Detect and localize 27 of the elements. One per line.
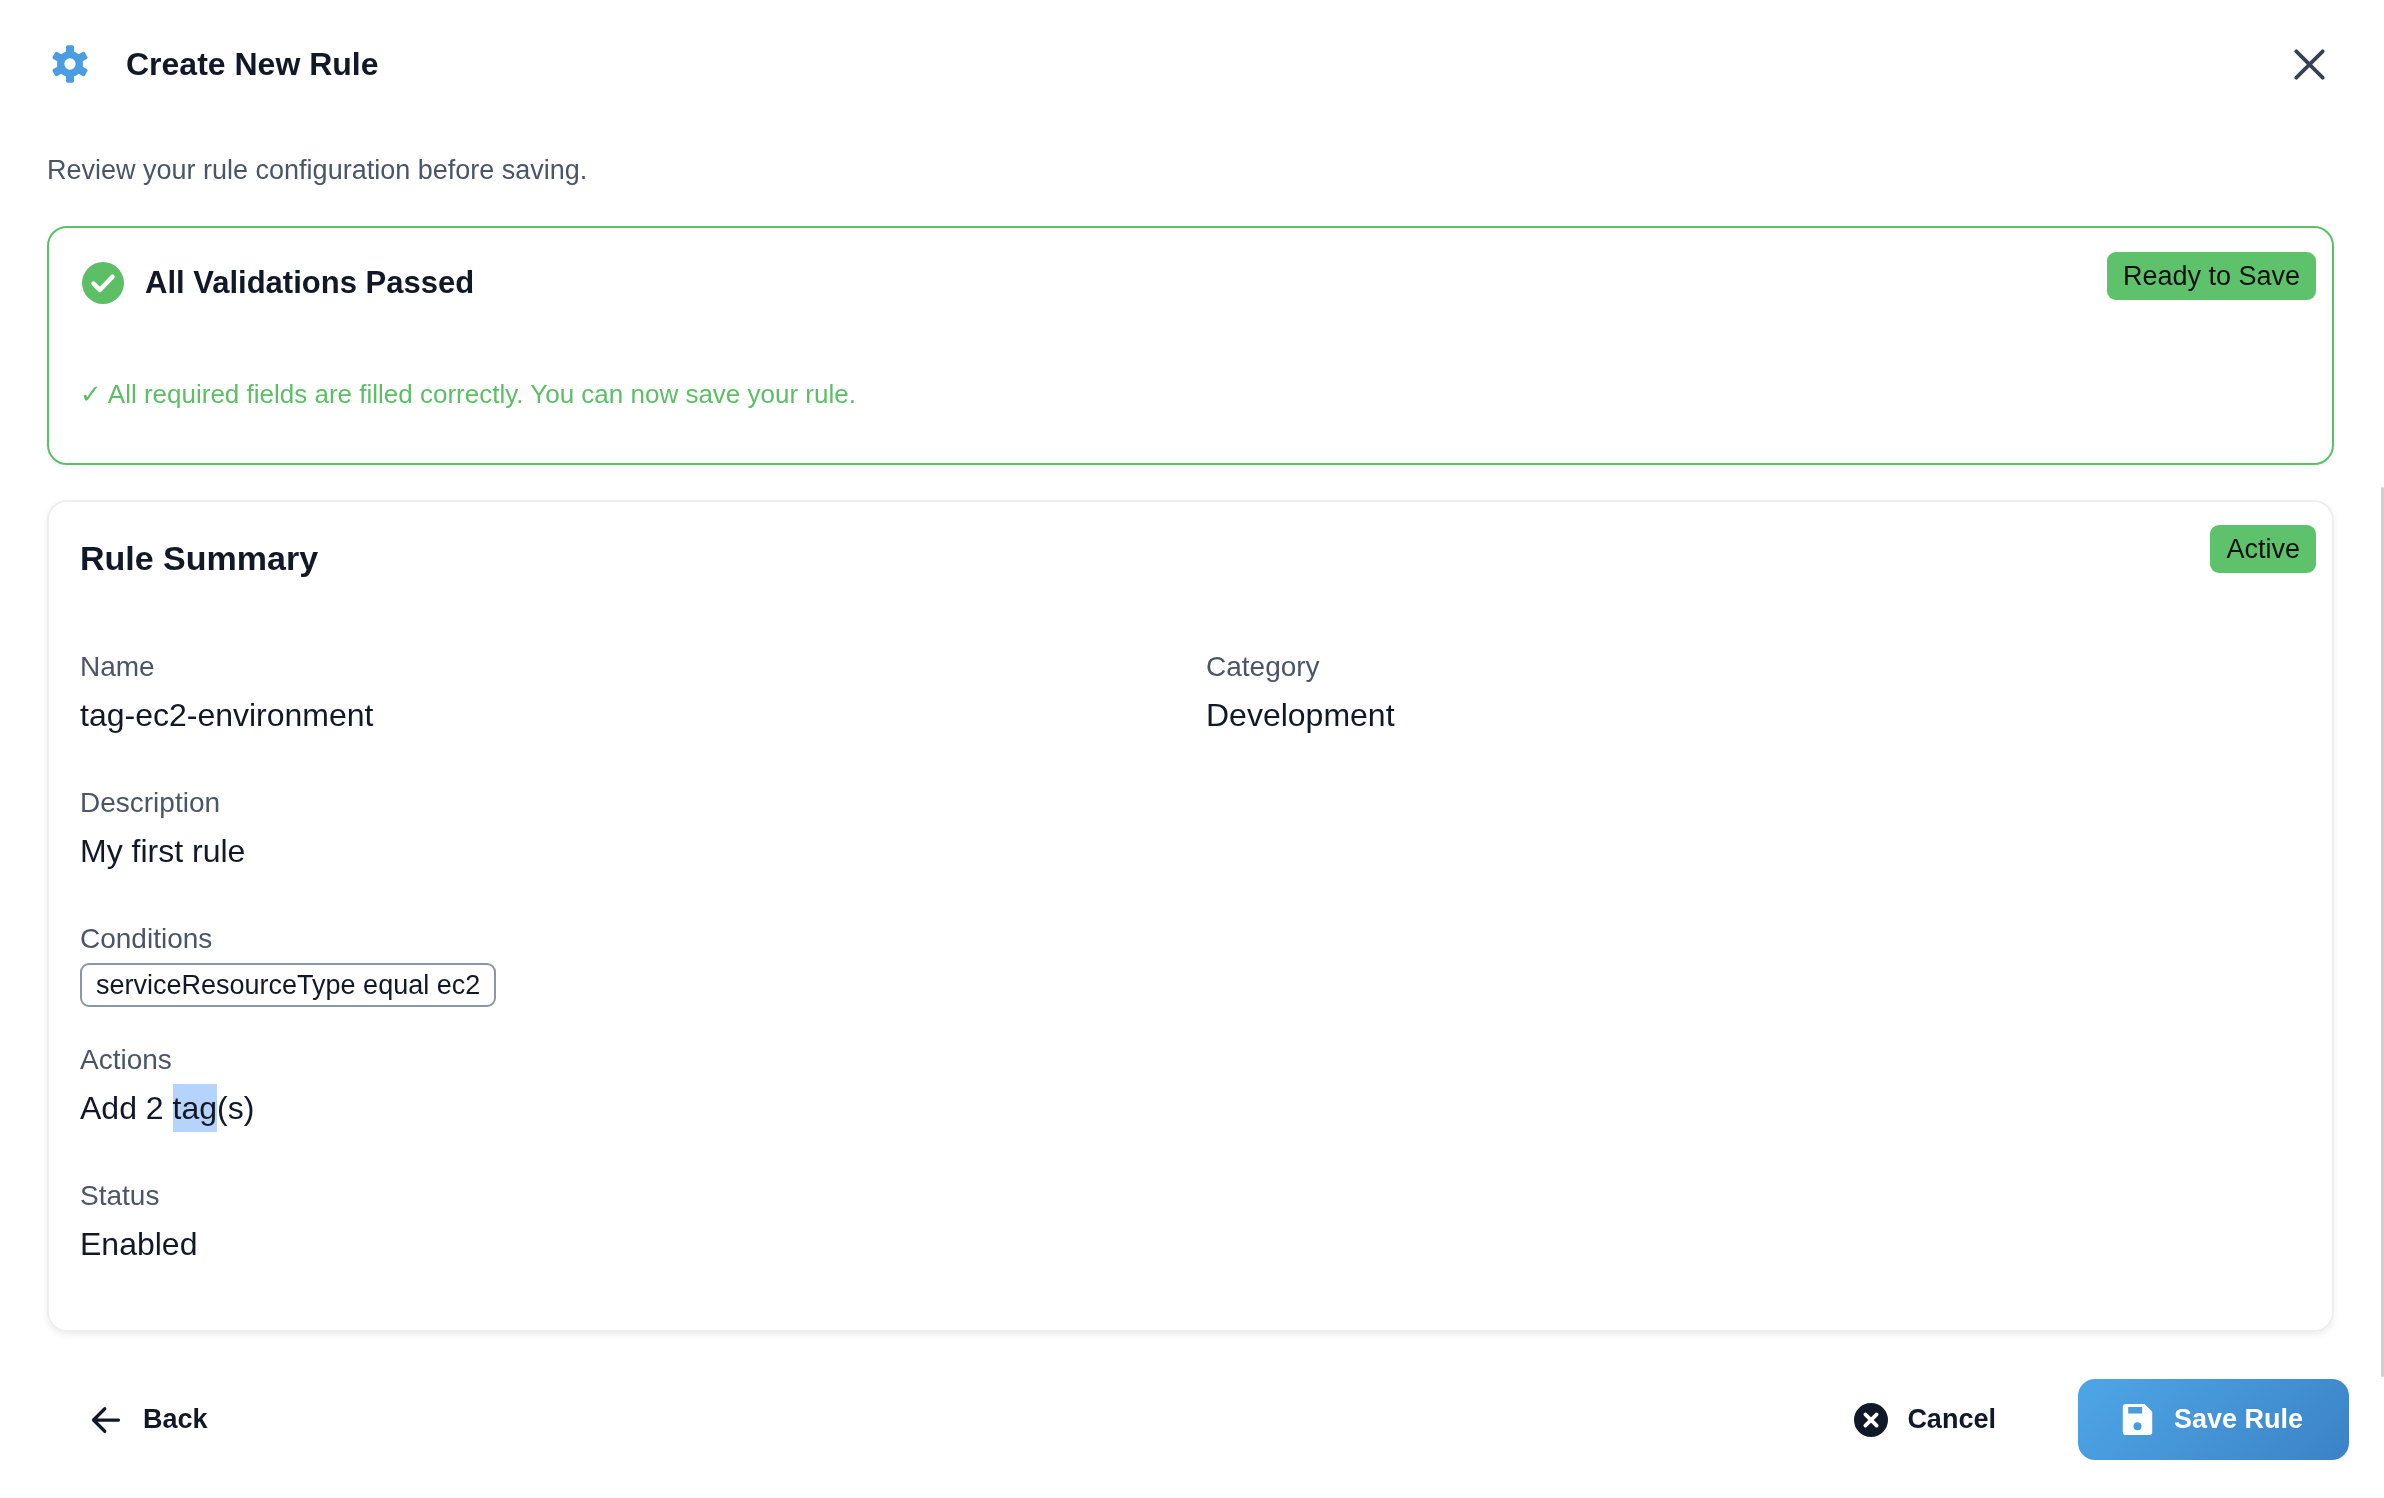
close-icon [2294, 48, 2325, 80]
field-label: Name [80, 650, 155, 684]
scrollbar-thumb[interactable] [2381, 487, 2384, 1377]
condition-chip: serviceResourceType equal ec2 [80, 963, 497, 1007]
back-button[interactable]: Back [67, 1379, 232, 1460]
field-value: Enabled [80, 1225, 198, 1264]
field-label: Status [80, 1179, 160, 1213]
field-value: tag-ec2-environment [80, 696, 374, 735]
dialog-title: Create New Rule [126, 45, 379, 84]
gear-icon [50, 44, 90, 84]
dialog-subtitle: Review your rule configuration before saving. [47, 154, 588, 187]
arrow-left-icon [91, 1405, 121, 1434]
cancel-button[interactable]: Cancel [1830, 1379, 2020, 1460]
x-circle-icon [1854, 1402, 1889, 1437]
validation-title: All Validations Passed [145, 264, 475, 302]
field-label: Description [80, 786, 221, 820]
status-badge: Ready to Save [2106, 252, 2316, 300]
field-label: Category [1206, 650, 1320, 684]
field-label: Actions [80, 1043, 172, 1077]
status-badge: Active [2210, 525, 2316, 573]
summary-title: Rule Summary [80, 538, 319, 579]
field-value: My first rule [80, 832, 246, 871]
validation-message: ✓ All required fields are filled correctly. You can now save your rule. [80, 378, 856, 411]
field-value: Development [1206, 696, 1395, 735]
field-label: Conditions [80, 922, 213, 956]
check-circle-icon [82, 262, 124, 304]
close-button[interactable] [2294, 48, 2325, 80]
